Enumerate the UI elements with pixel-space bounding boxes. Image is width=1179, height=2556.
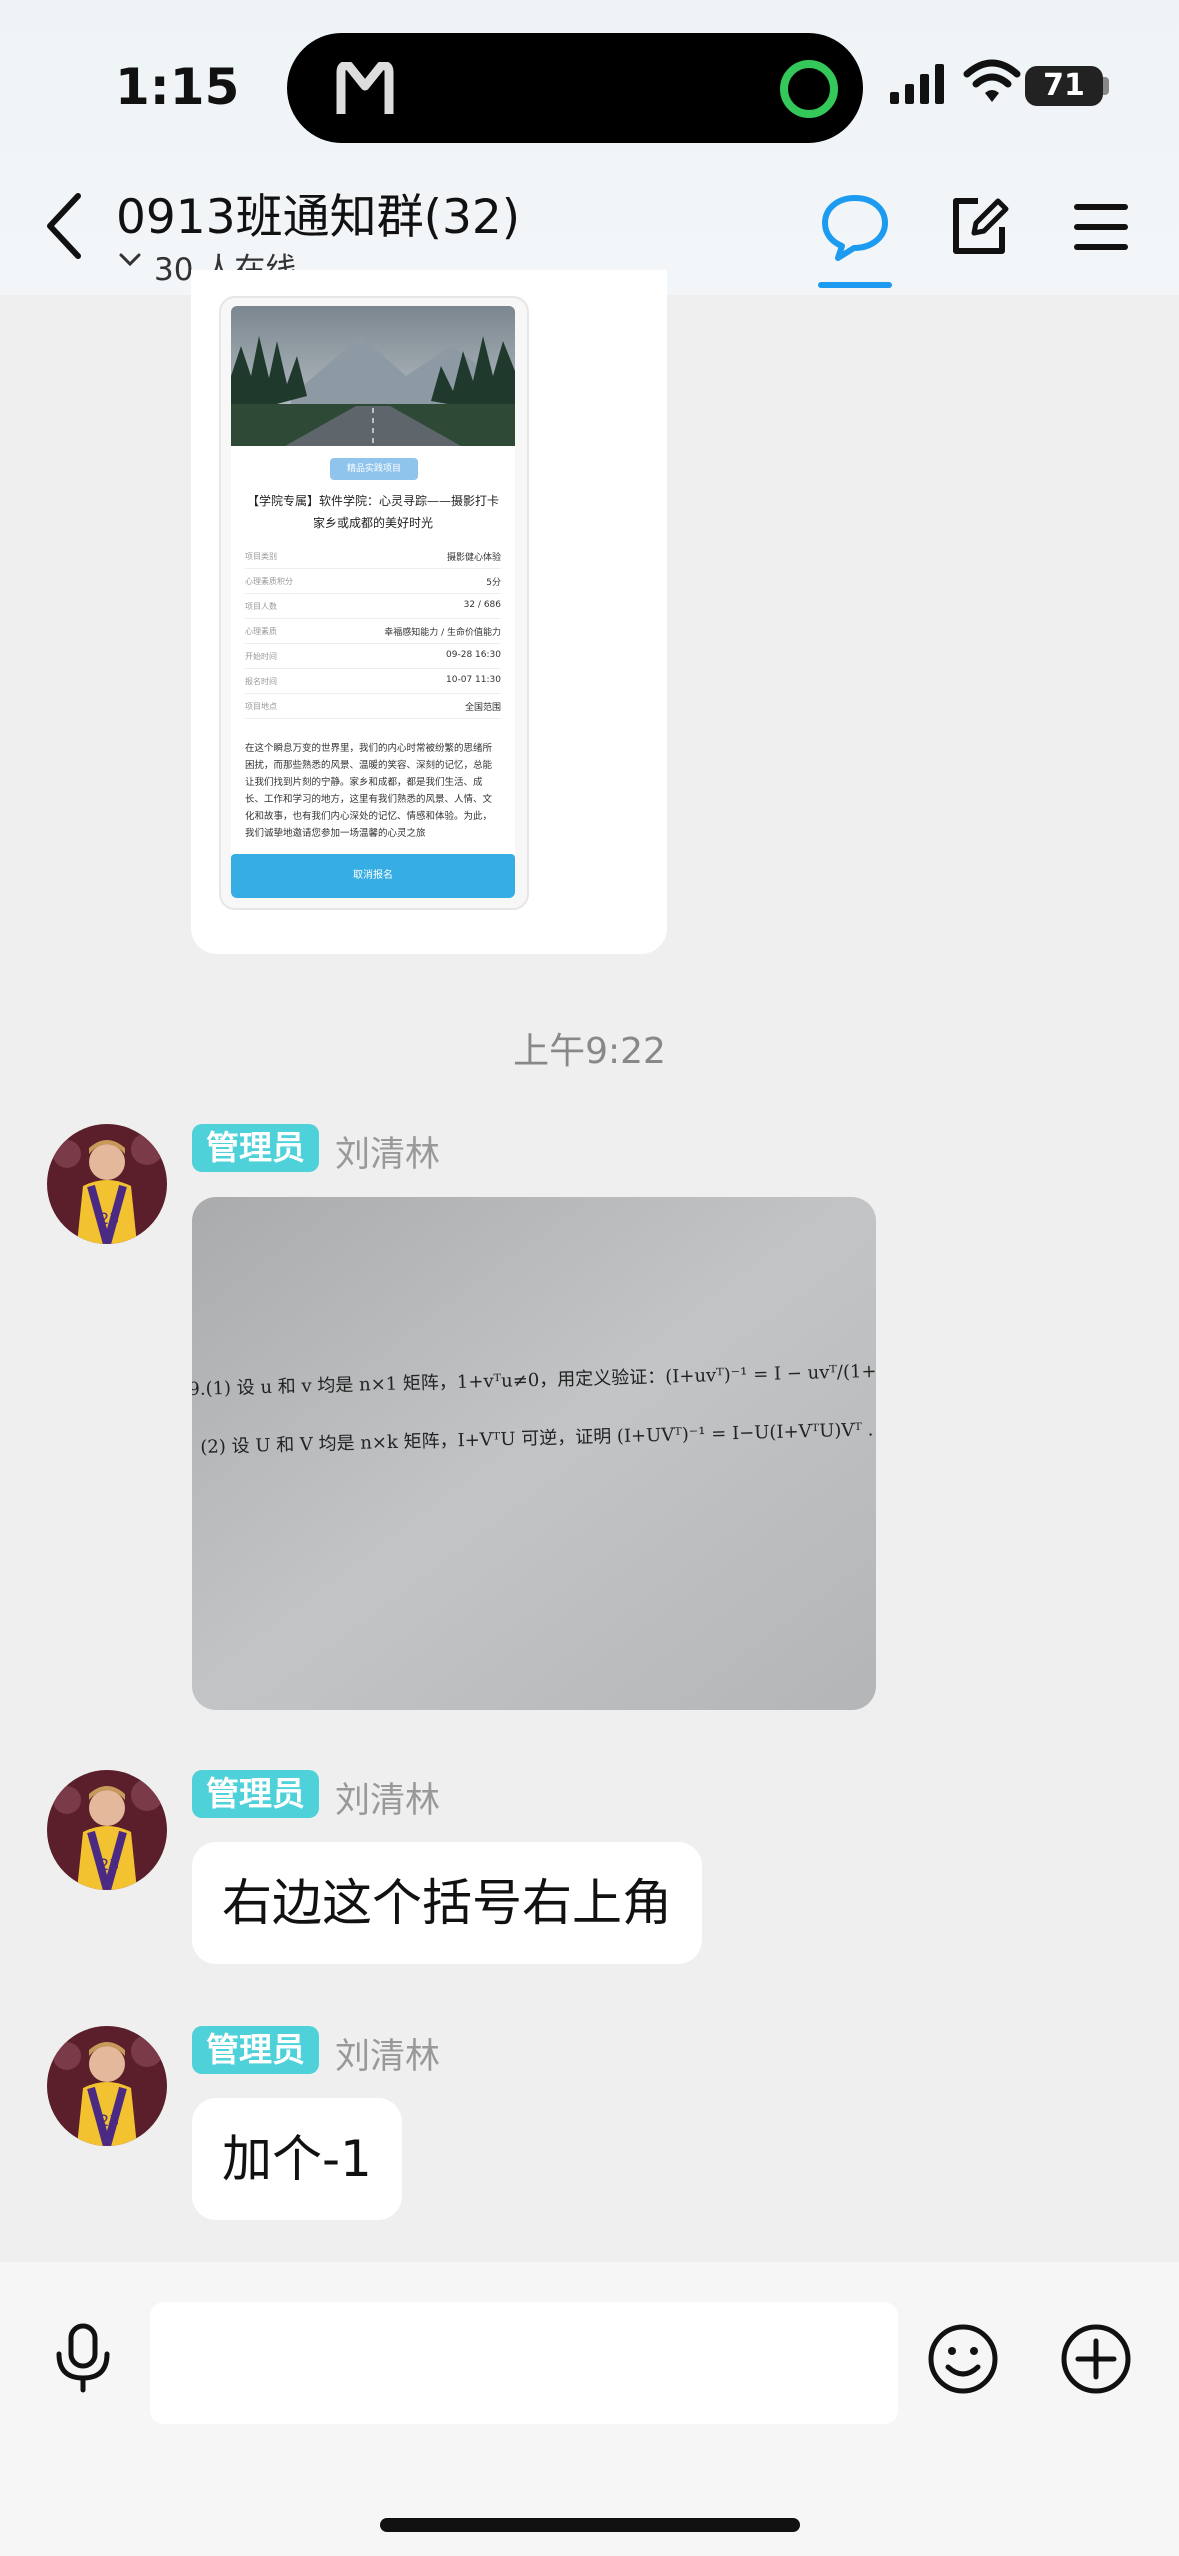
- info-value: 幸福感知能力 / 生命价值能力: [384, 628, 501, 638]
- shared-card-content[interactable]: 精品实践项目 【学院专属】软件学院：心灵寻踪——摄影打卡家乡或成都的美好时光 项…: [231, 306, 515, 898]
- avatar-image: 23: [47, 2026, 167, 2146]
- active-tab-indicator: [818, 282, 892, 288]
- message-input[interactable]: [150, 2302, 898, 2424]
- card-info-row: 心理素质积分 5分: [245, 569, 501, 594]
- info-label: 报名时间: [245, 677, 277, 686]
- menu-icon[interactable]: [1072, 200, 1130, 254]
- avatar[interactable]: 23: [47, 2026, 167, 2146]
- card-info-row: 心理素质 幸福感知能力 / 生命价值能力: [245, 619, 501, 644]
- sender-name[interactable]: 刘清林: [335, 2028, 440, 2079]
- info-label: 心理素质: [245, 627, 277, 636]
- info-label: 心理素质积分: [245, 577, 293, 586]
- card-badge: 精品实践项目: [330, 458, 418, 480]
- app-logo-icon: [336, 62, 394, 114]
- image-message[interactable]: 9.(1) 设 u 和 v 均是 n×1 矩阵，1+vᵀu≠0，用定义验证：(I…: [192, 1197, 876, 1710]
- home-indicator[interactable]: [380, 2518, 800, 2532]
- avatar[interactable]: 23: [47, 1770, 167, 1890]
- sender-name[interactable]: 刘清林: [335, 1126, 440, 1177]
- text-message[interactable]: 加个-1: [192, 2098, 402, 2220]
- message-timestamp: 上午9:22: [513, 1031, 666, 1072]
- avatar[interactable]: 23: [47, 1124, 167, 1244]
- info-label: 开始时间: [245, 652, 277, 661]
- status-time: 1:15: [115, 58, 240, 116]
- info-label: 项目地点: [245, 702, 277, 711]
- cancel-registration-button[interactable]: 取消报名: [231, 854, 515, 898]
- card-description: 在这个瞬息万变的世界里，我们的内心时常被纷繁的思绪所困扰，而那些熟悉的风景、温暖…: [245, 743, 493, 839]
- sender-name[interactable]: 刘清林: [335, 1772, 440, 1823]
- card-cover-image: [231, 306, 515, 446]
- avatar-image: 23: [47, 1124, 167, 1244]
- cellular-signal-icon: [890, 64, 944, 104]
- group-title[interactable]: 0913班通知群(32): [116, 178, 520, 247]
- battery-nub: [1103, 77, 1109, 95]
- svg-text:23: 23: [99, 1209, 119, 1228]
- back-chevron-icon[interactable]: [40, 190, 90, 262]
- edit-icon[interactable]: [948, 195, 1010, 257]
- svg-text:23: 23: [99, 2111, 119, 2130]
- info-value: 5分: [486, 578, 501, 588]
- plus-icon[interactable]: [1060, 2323, 1132, 2395]
- info-value: 09-28 16:30: [446, 650, 501, 660]
- admin-role-badge: 管理员: [192, 2026, 319, 2074]
- wifi-icon: [963, 59, 1021, 102]
- avatar-image: 23: [47, 1770, 167, 1890]
- card-title: 【学院专属】软件学院：心灵寻踪——摄影打卡家乡或成都的美好时光: [246, 494, 499, 530]
- svg-text:23: 23: [99, 1855, 119, 1874]
- microphone-icon[interactable]: [52, 2322, 114, 2394]
- info-value: 全国范围: [464, 703, 501, 713]
- admin-role-badge: 管理员: [192, 1770, 319, 1818]
- info-value: 摄影健心体验: [446, 553, 501, 563]
- info-label: 项目类别: [245, 552, 277, 561]
- recording-indicator-icon: [780, 60, 838, 118]
- text-message[interactable]: 右边这个括号右上角: [192, 1842, 702, 1964]
- chat-bubble-icon[interactable]: [820, 192, 890, 262]
- emoji-icon[interactable]: [927, 2323, 999, 2395]
- card-info-row: 项目地点 全国范围: [245, 694, 501, 719]
- info-value: 10-07 11:30: [446, 675, 501, 685]
- card-info-row: 项目类别 摄影健心体验: [245, 544, 501, 569]
- info-label: 项目人数: [245, 602, 277, 611]
- info-value: 32 / 686: [463, 600, 501, 610]
- admin-role-badge: 管理员: [192, 1124, 319, 1172]
- card-info-row: 开始时间 09-28 16:30: [245, 644, 501, 669]
- card-info-row: 项目人数 32 / 686: [245, 594, 501, 619]
- battery-indicator: 71: [1025, 66, 1103, 106]
- card-info-row: 报名时间 10-07 11:30: [245, 669, 501, 694]
